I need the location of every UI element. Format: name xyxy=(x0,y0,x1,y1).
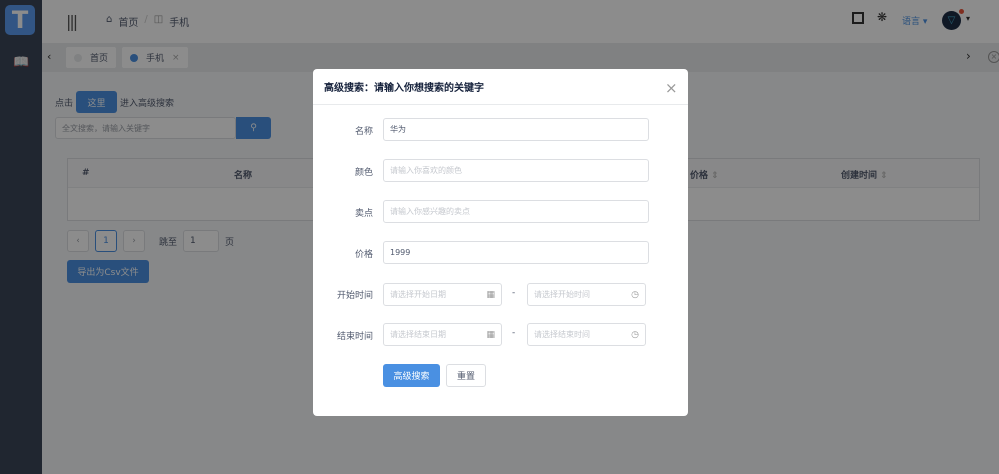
book-icon[interactable]: 📖 xyxy=(13,55,29,70)
modal-title: 高级搜索：请输入你想搜索的关键字 xyxy=(324,83,484,94)
tab-status-dot xyxy=(74,53,82,62)
tab-bar: ‹ 首页 手机 × › × xyxy=(42,43,999,72)
tab-label: 手机 xyxy=(146,54,165,64)
name-input[interactable]: 华为 xyxy=(383,118,649,141)
start-date-placeholder: 请选择开始日期 xyxy=(390,290,446,299)
bug-icon[interactable]: ❋ xyxy=(877,10,887,24)
price-label: 价格 xyxy=(354,250,373,260)
end-time-placeholder: 请选择结束时间 xyxy=(534,330,590,339)
search-placeholder: 全文搜索，请输入关键字 xyxy=(62,123,150,133)
avatar[interactable]: ▽ xyxy=(942,11,961,30)
start-date-picker[interactable]: 请选择开始日期 ▦ xyxy=(383,283,502,306)
name-value: 华为 xyxy=(390,125,406,134)
end-time-label: 结束时间 xyxy=(336,332,373,342)
search-button[interactable]: ⚲ xyxy=(236,117,271,139)
close-all-tabs-icon[interactable]: × xyxy=(988,51,999,63)
start-time-placeholder: 请选择开始时间 xyxy=(534,290,590,299)
range-separator: - xyxy=(512,328,516,338)
notification-dot xyxy=(959,9,964,14)
color-label: 颜色 xyxy=(354,168,373,178)
menu-toggle-icon[interactable]: ||| xyxy=(66,12,78,31)
selling-point-placeholder: 请输入你感兴趣的卖点 xyxy=(390,207,470,216)
end-date-placeholder: 请选择结束日期 xyxy=(390,330,446,339)
advanced-search-modal: 高级搜索：请输入你想搜索的关键字 × 名称 华为 颜色 请输入你喜欢的颜色 卖点… xyxy=(313,69,688,416)
tab-label: 首页 xyxy=(90,54,109,64)
jump-input[interactable]: 1 xyxy=(183,230,220,252)
jump-label: 跳至 xyxy=(159,237,178,248)
fulltext-search-input[interactable]: 全文搜索，请输入关键字 xyxy=(55,117,236,139)
col-name: 名称 xyxy=(234,171,253,181)
prev-page-button[interactable]: ‹ xyxy=(67,230,89,252)
clock-icon: ◷ xyxy=(631,329,639,340)
prompt-suffix: 进入高级搜索 xyxy=(120,98,175,109)
tab-home[interactable]: 首页 xyxy=(66,47,117,68)
col-index: # xyxy=(82,168,90,178)
clock-icon: ◷ xyxy=(631,289,639,300)
reset-button[interactable]: 重置 xyxy=(446,364,486,387)
header: ||| ⌂ 首页 / ◫ 手机 ❋ 语言 ▾ ▽ ▾ xyxy=(42,0,999,43)
sort-icon: ⇕ xyxy=(880,171,888,181)
language-label: 语言 xyxy=(902,17,921,27)
start-time-label: 开始时间 xyxy=(336,291,373,301)
sidebar: T 📖 xyxy=(0,0,42,474)
name-label: 名称 xyxy=(354,127,373,137)
app-logo: T xyxy=(5,5,35,35)
calendar-icon: ▦ xyxy=(486,329,495,340)
here-button[interactable]: 这里 xyxy=(76,91,118,113)
tab-close-icon[interactable]: × xyxy=(172,53,180,63)
tabs-scroll-left[interactable]: ‹ xyxy=(47,50,51,63)
language-dropdown[interactable]: 语言 ▾ xyxy=(902,14,927,27)
breadcrumb-home[interactable]: 首页 xyxy=(118,14,138,29)
modal-header: 高级搜索：请输入你想搜索的关键字 xyxy=(313,69,688,105)
search-icon: ⚲ xyxy=(250,123,257,133)
avatar-caret-icon[interactable]: ▾ xyxy=(966,14,970,23)
sort-icon: ⇕ xyxy=(711,171,719,181)
home-icon: ⌂ xyxy=(106,14,113,25)
advanced-search-prompt: 点击 这里 进入高级搜索 xyxy=(55,91,174,113)
col-price-label: 价格 xyxy=(690,171,709,181)
end-time-picker[interactable]: 请选择结束时间 ◷ xyxy=(527,323,646,346)
export-csv-button[interactable]: 导出为Csv文件 xyxy=(67,260,149,283)
phone-icon: ◫ xyxy=(153,14,164,25)
pagination: ‹ 1 › 跳至 1 页 xyxy=(67,230,234,252)
fullscreen-icon[interactable] xyxy=(852,12,864,24)
breadcrumb-separator: / xyxy=(144,14,148,25)
color-input[interactable]: 请输入你喜欢的颜色 xyxy=(383,159,649,182)
end-date-picker[interactable]: 请选择结束日期 ▦ xyxy=(383,323,502,346)
next-page-button[interactable]: › xyxy=(123,230,145,252)
close-icon[interactable]: × xyxy=(665,79,678,97)
breadcrumb-current: 手机 xyxy=(169,18,190,29)
col-price[interactable]: 价格 ⇕ xyxy=(690,168,719,181)
breadcrumb: ⌂ 首页 / ◫ 手机 xyxy=(106,14,189,29)
col-created[interactable]: 创建时间 ⇕ xyxy=(841,168,888,181)
col-created-label: 创建时间 xyxy=(841,171,878,181)
selling-point-label: 卖点 xyxy=(354,209,373,219)
page-suffix: 页 xyxy=(225,237,235,248)
prompt-prefix: 点击 xyxy=(55,98,74,109)
tab-phone[interactable]: 手机 × xyxy=(122,47,188,68)
advanced-search-button[interactable]: 高级搜索 xyxy=(383,364,440,387)
page-1-button[interactable]: 1 xyxy=(95,230,117,252)
color-placeholder: 请输入你喜欢的颜色 xyxy=(390,166,462,175)
tabs-scroll-right[interactable]: › xyxy=(966,49,971,63)
tab-status-dot xyxy=(130,53,138,62)
selling-point-input[interactable]: 请输入你感兴趣的卖点 xyxy=(383,200,649,223)
caret-down-icon: ▾ xyxy=(922,17,928,27)
start-time-picker[interactable]: 请选择开始时间 ◷ xyxy=(527,283,646,306)
price-value: 1999 xyxy=(390,248,411,257)
price-input[interactable]: 1999 xyxy=(383,241,649,264)
range-separator: - xyxy=(512,288,516,298)
calendar-icon: ▦ xyxy=(486,289,495,300)
